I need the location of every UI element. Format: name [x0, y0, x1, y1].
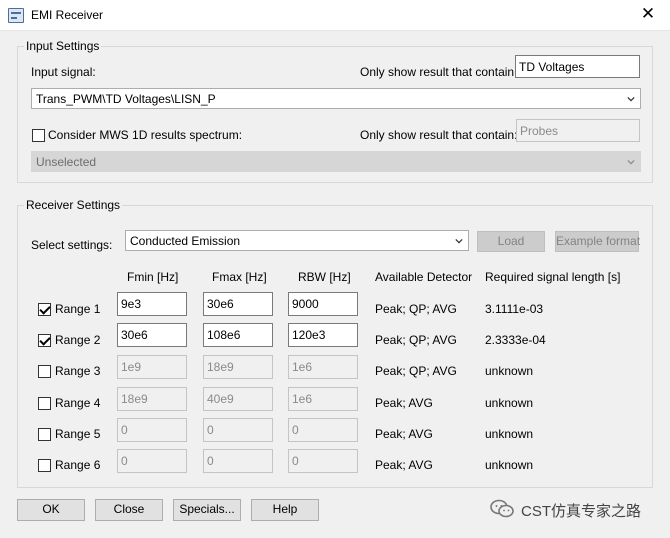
- range-1-detector: Peak; QP; AVG: [375, 302, 457, 316]
- range-3-label: Range 3: [55, 364, 101, 378]
- range-6-detector: Peak; AVG: [375, 458, 433, 472]
- filter2-input: [516, 119, 640, 142]
- example-format-button: Example format: [555, 231, 640, 252]
- range-1-label: Range 1: [55, 302, 101, 316]
- range-5-checkbox[interactable]: [38, 428, 51, 441]
- select-settings-dropdown[interactable]: Conducted Emission: [125, 230, 469, 251]
- range-6-fmin-input: [117, 449, 187, 473]
- range-3-rbw-input: [288, 355, 358, 379]
- range-2-checkbox[interactable]: [38, 334, 51, 347]
- watermark-text: CST仿真专家之路: [521, 503, 642, 520]
- range-4-label: Range 4: [55, 396, 101, 410]
- spectrum-dropdown: Unselected: [31, 151, 641, 172]
- range-2-rbw-input[interactable]: [288, 323, 358, 347]
- close-window-icon[interactable]: ✕: [638, 4, 658, 24]
- range-3-detector: Peak; QP; AVG: [375, 364, 457, 378]
- filter-input[interactable]: [515, 55, 640, 78]
- range-6-fmax-input: [203, 449, 273, 473]
- header-rbw: RBW [Hz]: [298, 270, 351, 284]
- spectrum-value: Unselected: [36, 155, 97, 169]
- range-1-fmin-input[interactable]: [117, 292, 187, 316]
- help-button[interactable]: Help: [251, 499, 319, 521]
- receiver-settings-legend: Receiver Settings: [24, 198, 123, 212]
- select-settings-label: Select settings:: [31, 238, 113, 252]
- range-5-rbw-input: [288, 418, 358, 442]
- range-6-checkbox[interactable]: [38, 459, 51, 472]
- header-length: Required signal length [s]: [485, 270, 621, 284]
- ok-button[interactable]: OK: [17, 499, 85, 521]
- header-fmin: Fmin [Hz]: [127, 270, 179, 284]
- specials-button[interactable]: Specials...: [173, 499, 241, 521]
- range-3-checkbox[interactable]: [38, 365, 51, 378]
- range-2-fmin-input[interactable]: [117, 323, 187, 347]
- range-4-length: unknown: [485, 396, 534, 410]
- emi-receiver-app-icon: [8, 8, 24, 23]
- select-settings-value: Conducted Emission: [130, 234, 241, 248]
- filter2-label: Only show result that contain:: [360, 128, 518, 142]
- range-4-fmin-input: [117, 387, 187, 411]
- range-3-fmin-input: [117, 355, 187, 379]
- range-2-label: Range 2: [55, 333, 101, 347]
- range-1-fmax-input[interactable]: [203, 292, 273, 316]
- range-4-detector: Peak; AVG: [375, 396, 433, 410]
- range-2-detector: Peak; QP; AVG: [375, 333, 457, 347]
- range-1-rbw-input[interactable]: [288, 292, 358, 316]
- range-6-label: Range 6: [55, 458, 101, 472]
- range-5-label: Range 5: [55, 427, 101, 441]
- load-button: Load: [477, 231, 545, 252]
- range-1-length: 3.1111e-03: [485, 302, 544, 316]
- header-fmax: Fmax [Hz]: [212, 270, 267, 284]
- range-2-length: 2.3333e-04: [485, 333, 546, 347]
- range-5-detector: Peak; AVG: [375, 427, 433, 441]
- range-6-rbw-input: [288, 449, 358, 473]
- consider-mws-checkbox[interactable]: [32, 129, 45, 142]
- input-signal-dropdown[interactable]: Trans_PWM\TD Voltages\LISN_P: [31, 88, 641, 109]
- range-6-length: unknown: [485, 458, 534, 472]
- consider-mws-label: Consider MWS 1D results spectrum:: [48, 128, 243, 142]
- close-button[interactable]: Close: [95, 499, 163, 521]
- range-5-fmin-input: [117, 418, 187, 442]
- filter-label: Only show result that contain:: [360, 65, 518, 79]
- chevron-down-icon: [455, 238, 463, 244]
- chevron-down-icon: [627, 159, 635, 165]
- chevron-down-icon: [627, 96, 635, 102]
- range-3-fmax-input: [203, 355, 273, 379]
- range-4-rbw-input: [288, 387, 358, 411]
- range-5-length: unknown: [485, 427, 534, 441]
- input-signal-label: Input signal:: [31, 65, 96, 79]
- range-3-length: unknown: [485, 364, 534, 378]
- range-4-fmax-input: [203, 387, 273, 411]
- range-5-fmax-input: [203, 418, 273, 442]
- input-signal-value: Trans_PWM\TD Voltages\LISN_P: [36, 92, 216, 106]
- input-settings-legend: Input Settings: [24, 39, 102, 53]
- range-1-checkbox[interactable]: [38, 303, 51, 316]
- title-bar: EMI Receiver ✕: [0, 0, 670, 31]
- range-4-checkbox[interactable]: [38, 397, 51, 410]
- header-detector: Available Detector: [375, 270, 473, 284]
- wechat-logo-icon: [490, 499, 514, 518]
- range-2-fmax-input[interactable]: [203, 323, 273, 347]
- watermark: CST仿真专家之路: [489, 497, 659, 521]
- window-title: EMI Receiver: [31, 8, 104, 22]
